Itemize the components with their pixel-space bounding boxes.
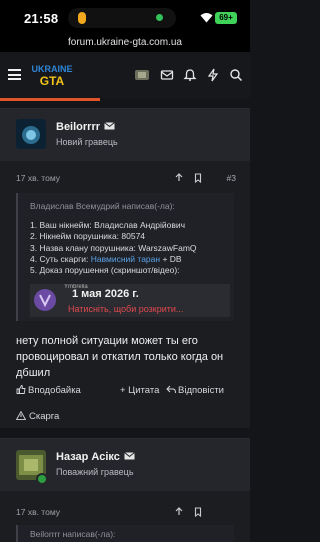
menu-icon[interactable]: [8, 69, 21, 80]
quote-content: 1. Ваш нікнейм: Владислав Андрійович 2. …: [30, 220, 197, 276]
inbox-icon[interactable]: [160, 68, 174, 82]
search-icon[interactable]: [229, 68, 243, 82]
wifi-icon: [200, 13, 213, 23]
post-number[interactable]: #3: [227, 173, 236, 183]
quote-line: 1. Ваш нікнейм: Владислав Андрійович: [30, 220, 186, 230]
quote-button[interactable]: + Цитата: [120, 385, 159, 396]
bolt-icon[interactable]: [206, 68, 220, 82]
status-time: 21:58: [24, 11, 59, 26]
message-user-icon[interactable]: [104, 122, 115, 130]
share-icon[interactable]: [174, 173, 184, 183]
report-button[interactable]: Скарга: [15, 410, 59, 422]
svg-text:UKRAINE: UKRAINE: [31, 64, 72, 74]
quote-highlight: Навмисний таран: [90, 253, 161, 264]
warning-icon: [15, 410, 27, 420]
user-title: Поважний гравець: [56, 467, 134, 477]
like-button[interactable]: Вподобайка: [16, 385, 81, 396]
header-accent-bar: [0, 98, 100, 101]
media-thumbnail: [34, 289, 56, 311]
share-icon[interactable]: [174, 507, 184, 517]
quote-header[interactable]: Beilorrrr написав(-ла):: [30, 529, 115, 539]
svg-text:GTA: GTA: [40, 74, 65, 88]
thumbs-up-icon: [16, 385, 26, 394]
post-time[interactable]: 17 хв. тому: [16, 507, 60, 517]
quote-line: 4. Суть скарги: Навмисний таран + DB: [30, 253, 182, 264]
post-username[interactable]: Назар Асікс: [56, 451, 135, 463]
post-card: Beilorrrr Новий гравець 17 хв. тому #3 В…: [0, 108, 250, 428]
quote-block: Владислав Всемудрий написав(-ла): 1. Ваш…: [16, 193, 234, 321]
status-bar: 21:58 69+: [0, 0, 250, 36]
post-user-bar: Beilorrrr Новий гравець: [0, 109, 250, 161]
quote-line: 3. Назва клану порушника: WarszawFamQ: [30, 242, 197, 253]
quote-header[interactable]: Владислав Всемудрий написав(-ла):: [30, 201, 175, 211]
battery-indicator: 69+: [215, 12, 237, 24]
online-status-icon: [36, 473, 48, 485]
site-logo[interactable]: UKRAINE GTA: [28, 61, 76, 89]
post-username[interactable]: Beilorrrr: [56, 121, 115, 133]
post-body: нету полной ситуации может ты его провоц…: [16, 335, 224, 379]
post-user-bar: Назар Асікс Поважний гравець: [0, 439, 250, 491]
media-embed[interactable]: Ymbrella 1 мая 2026 г. Натисніть, щоби р…: [30, 284, 230, 317]
microphone-icon: [78, 12, 86, 24]
expand-quote-link[interactable]: Натисніть, щоби розкрити...: [68, 304, 183, 314]
bookmark-icon[interactable]: [193, 507, 203, 517]
message-user-icon[interactable]: [124, 452, 135, 460]
quote-line: 5. Доказ порушення (скриншот/відео):: [30, 265, 180, 276]
reply-icon: [166, 385, 176, 394]
media-date: 1 мая 2026 г.: [72, 288, 139, 300]
bell-icon[interactable]: [183, 68, 197, 82]
user-avatar-icon[interactable]: [135, 68, 149, 82]
site-header: UKRAINE GTA: [0, 52, 250, 98]
reply-button[interactable]: Відповісти: [166, 385, 224, 396]
quote-line: 2. Нікнейм порушника: 80574: [30, 231, 146, 242]
post-card: Назар Асікс Поважний гравець 17 хв. тому…: [0, 438, 250, 542]
post-time[interactable]: 17 хв. тому: [16, 173, 60, 183]
avatar[interactable]: [16, 119, 46, 149]
user-title: Новий гравець: [56, 137, 118, 147]
bookmark-icon[interactable]: [193, 173, 203, 183]
url-bar[interactable]: forum.ukraine-gta.com.ua: [0, 36, 250, 52]
camera-indicator: [156, 14, 163, 21]
quote-block: Beilorrrr написав(-ла):: [16, 525, 234, 542]
